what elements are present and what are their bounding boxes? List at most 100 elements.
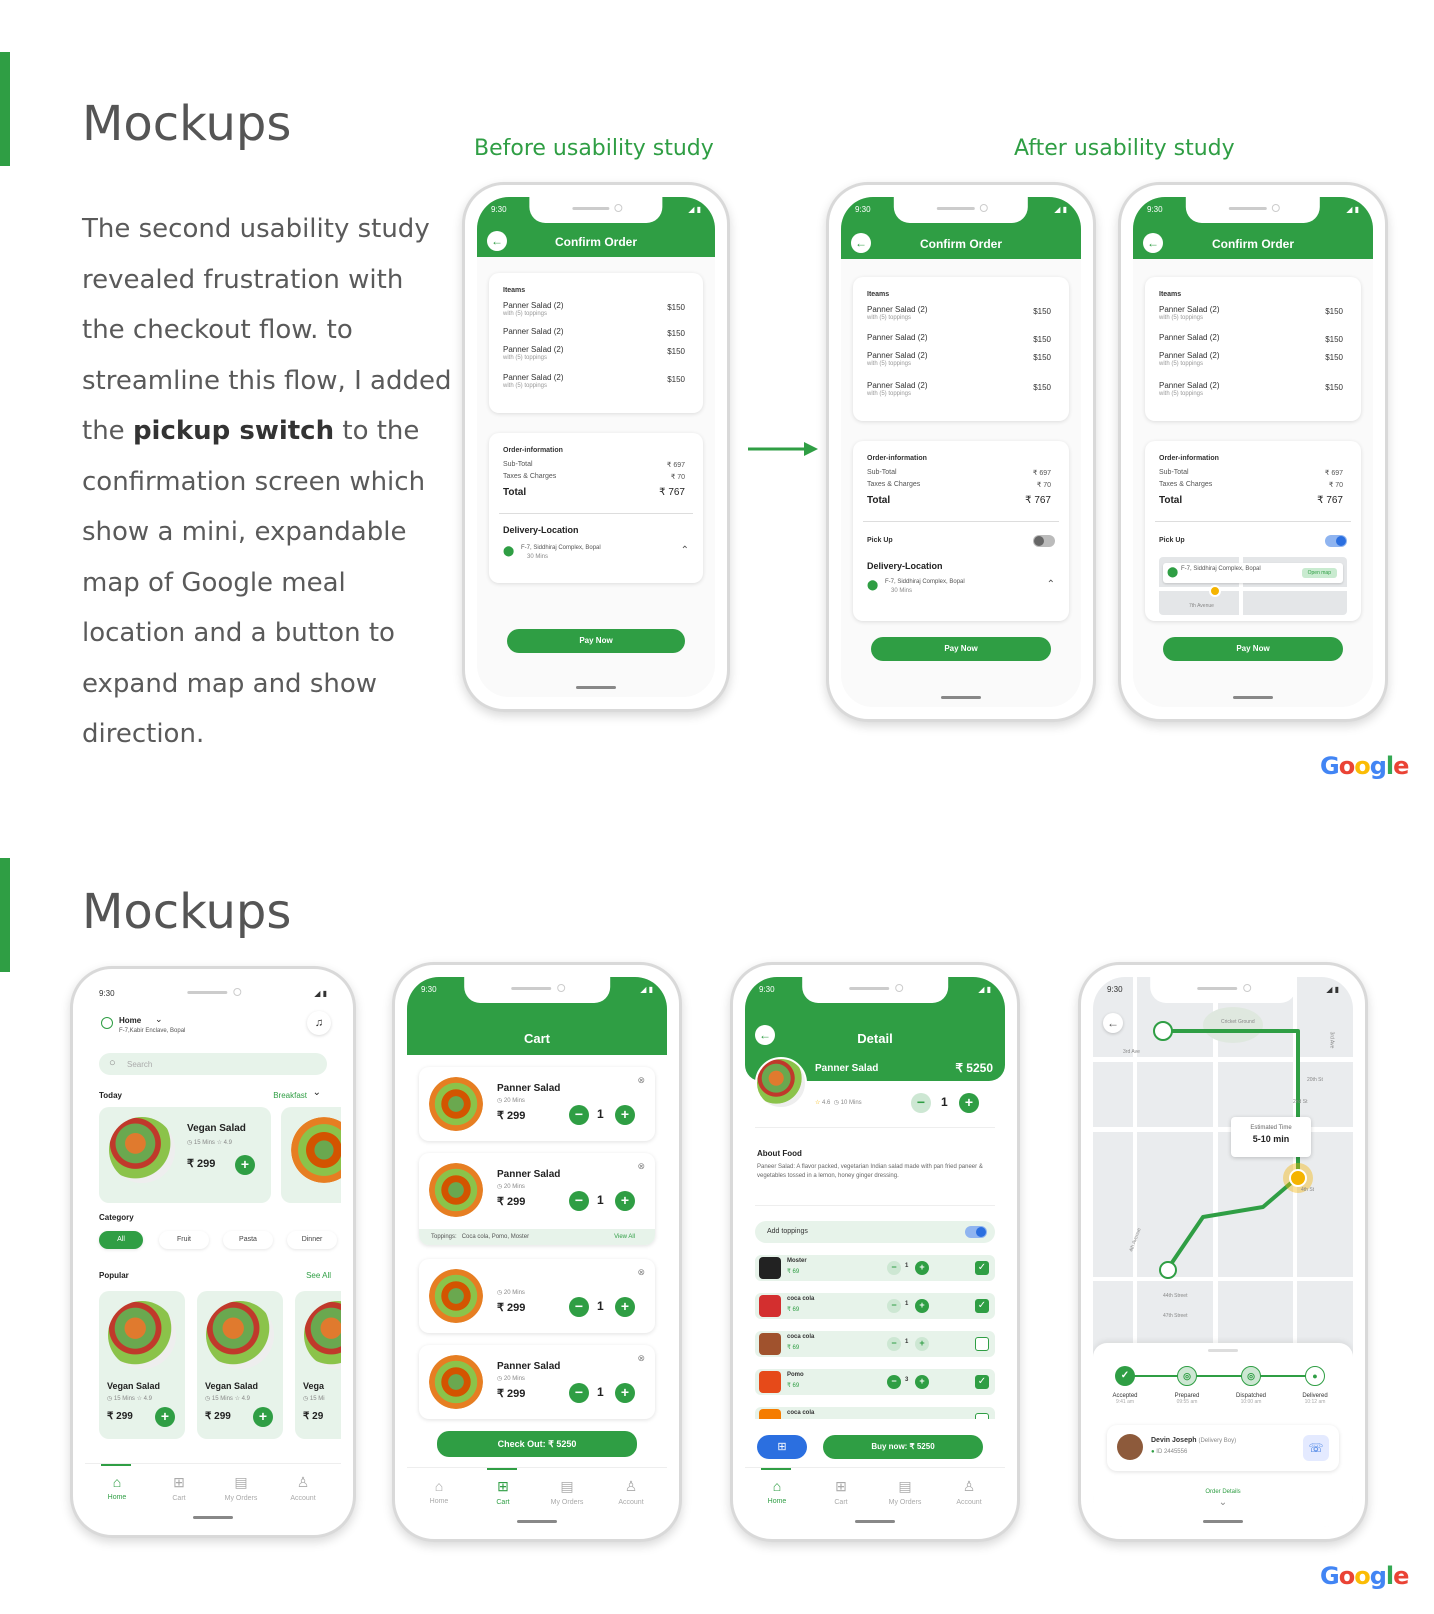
add-toppings-row[interactable]: Add toppings: [755, 1221, 995, 1243]
remove-icon[interactable]: ⊗: [637, 1353, 645, 1364]
category-pasta[interactable]: Pasta: [223, 1231, 273, 1249]
increment-button[interactable]: +: [615, 1105, 635, 1125]
screen: 9:30 ◢ ▮ ← Detail Panner Salad ₹ 5250 ☆ 4…: [745, 977, 1005, 1527]
order-info-card: Order-information Sub-Total ₹ 697 Taxes &…: [853, 441, 1069, 621]
increment-button[interactable]: +: [915, 1299, 929, 1313]
nav-orders[interactable]: ▤ My Orders: [211, 1474, 271, 1502]
chevron-down-icon[interactable]: ⌄: [1093, 1497, 1353, 1508]
popular-card[interactable]: Vegan Salad ◷ 15 Mins ☆ 4.9 ₹ 299 +: [99, 1291, 185, 1439]
chevron-down-icon[interactable]: ⌄: [155, 1014, 163, 1025]
route-line: [1163, 1029, 1300, 1269]
category-all[interactable]: All: [99, 1231, 143, 1249]
bell-icon[interactable]: ♫: [307, 1011, 331, 1035]
order-details-link[interactable]: Order Details: [1093, 1489, 1353, 1495]
phone-after-confirm-pickup: 9:30 ◢ ▮ ← Confirm Order Iteams Panner Sa…: [1118, 182, 1388, 722]
popular-card[interactable]: Vegan Salad ◷ 15 Mins ☆ 4.9 ₹ 299 +: [197, 1291, 283, 1439]
decrement-button[interactable]: −: [887, 1299, 901, 1313]
remove-icon[interactable]: ⊗: [637, 1267, 645, 1278]
decrement-button[interactable]: −: [887, 1261, 901, 1275]
category-fruit[interactable]: Fruit: [159, 1231, 209, 1249]
map-road-label: 7th Avenue: [1189, 603, 1214, 609]
topping-checkbox[interactable]: [975, 1413, 989, 1419]
see-all-link[interactable]: See All: [306, 1271, 331, 1280]
total-row: Total ₹ 767: [1159, 495, 1343, 506]
toppings-switch[interactable]: [965, 1226, 987, 1238]
phone-before-confirm: 9:30 ◢ ▮ ← Confirm Order Iteams Panner Sa…: [462, 182, 730, 712]
screen: 9:30 ◢ ▮ ← Confirm Order Iteams Panner Sa…: [477, 197, 715, 697]
buy-now-button[interactable]: Buy now: ₹ 5250: [823, 1435, 983, 1459]
nav-cart[interactable]: ⊞ Cart: [811, 1478, 871, 1506]
pay-now-button[interactable]: Pay Now: [507, 629, 685, 653]
checkout-button[interactable]: Check Out: ₹ 5250: [437, 1431, 637, 1457]
increment-button[interactable]: +: [915, 1337, 929, 1351]
remove-icon[interactable]: ⊗: [637, 1161, 645, 1172]
increment-button[interactable]: +: [615, 1191, 635, 1211]
pay-now-button[interactable]: Pay Now: [1163, 637, 1343, 661]
call-button[interactable]: ☏: [1303, 1435, 1329, 1461]
items-card: Iteams Panner Salad (2) with (5) toppings…: [1145, 277, 1361, 421]
destination-marker-icon: [1159, 1261, 1177, 1279]
open-map-button[interactable]: Open map: [1301, 568, 1337, 578]
order-item: Panner Salad (2) with (5) toppings $150: [1159, 381, 1343, 397]
decrement-button[interactable]: −: [887, 1375, 901, 1389]
section-title: Mockups: [82, 884, 292, 940]
order-info-label: Order-information: [1159, 455, 1219, 462]
restaurant-marker-icon: [1153, 1021, 1173, 1041]
dish-name: Panner Salad: [815, 1063, 879, 1074]
topping-checkbox[interactable]: ✓: [975, 1299, 989, 1313]
map-view[interactable]: Estimated Time 5-10 min 3rd Ave 4th Aven…: [1093, 977, 1353, 1357]
delivery-eta: 30 Mins: [891, 588, 913, 594]
nav-orders[interactable]: ▤ My Orders: [537, 1478, 597, 1506]
increment-button[interactable]: +: [915, 1375, 929, 1389]
taxes-row: Taxes & Charges ₹ 70: [867, 481, 1051, 489]
add-button[interactable]: +: [235, 1155, 255, 1175]
nav-orders[interactable]: ▤ My Orders: [875, 1478, 935, 1506]
decrement-button[interactable]: −: [911, 1093, 931, 1113]
increment-button[interactable]: +: [615, 1383, 635, 1403]
remove-icon[interactable]: ⊗: [637, 1075, 645, 1086]
chevron-up-icon[interactable]: ⌃: [1047, 579, 1055, 590]
about-label: About Food: [757, 1149, 802, 1158]
nav-cart[interactable]: ⊞ Cart: [149, 1474, 209, 1502]
nav-cart[interactable]: ⊞ Cart: [473, 1478, 533, 1506]
decrement-button[interactable]: −: [887, 1337, 901, 1351]
search-input[interactable]: ○ Search: [99, 1053, 327, 1075]
nav-account[interactable]: ♙ Account: [273, 1474, 333, 1502]
increment-button[interactable]: +: [959, 1093, 979, 1113]
featured-card-peek[interactable]: [281, 1107, 341, 1203]
nav-home[interactable]: ⌂ Home: [747, 1478, 807, 1505]
chevron-up-icon[interactable]: ⌃: [681, 545, 689, 556]
nav-home[interactable]: ⌂ Home: [409, 1478, 469, 1505]
nav-account[interactable]: ♙ Account: [939, 1478, 999, 1506]
topping-checkbox[interactable]: [975, 1337, 989, 1351]
nav-account[interactable]: ♙ Account: [601, 1478, 661, 1506]
notch: [1150, 977, 1296, 1003]
add-button[interactable]: +: [155, 1407, 175, 1427]
pay-now-button[interactable]: Pay Now: [871, 637, 1051, 661]
featured-card[interactable]: Vegan Salad ◷ 15 Mins ☆ 4.9 ₹ 299 +: [99, 1107, 271, 1203]
pickup-switch[interactable]: [1325, 535, 1347, 547]
chevron-down-icon[interactable]: ⌄: [313, 1087, 321, 1098]
decrement-button[interactable]: −: [569, 1297, 589, 1317]
increment-button[interactable]: +: [915, 1261, 929, 1275]
pickup-switch[interactable]: [1033, 535, 1055, 547]
back-button[interactable]: ←: [1103, 1013, 1123, 1033]
topping-checkbox[interactable]: ✓: [975, 1375, 989, 1389]
view-all-link[interactable]: View All: [614, 1229, 635, 1245]
status-time: 9:30: [491, 205, 507, 214]
google-logo: Google: [1320, 1562, 1409, 1590]
location-title[interactable]: Home: [119, 1016, 141, 1025]
add-button[interactable]: +: [253, 1407, 273, 1427]
notch: [802, 977, 948, 1003]
decrement-button[interactable]: −: [569, 1383, 589, 1403]
popular-card-peek[interactable]: Vega ◷ 15 Mi ₹ 29: [295, 1291, 341, 1439]
decrement-button[interactable]: −: [569, 1105, 589, 1125]
decrement-button[interactable]: −: [569, 1191, 589, 1211]
topping-checkbox[interactable]: ✓: [975, 1261, 989, 1275]
category-dinner[interactable]: Dinner: [287, 1231, 337, 1249]
cart-button[interactable]: ⊞: [757, 1435, 807, 1459]
meal-select[interactable]: Breakfast: [273, 1091, 307, 1100]
nav-home[interactable]: ⌂ Home: [87, 1474, 147, 1501]
mini-map[interactable]: ⬤ F-7, Siddhiraj Complex, Bopal Open map…: [1159, 557, 1347, 615]
increment-button[interactable]: +: [615, 1297, 635, 1317]
